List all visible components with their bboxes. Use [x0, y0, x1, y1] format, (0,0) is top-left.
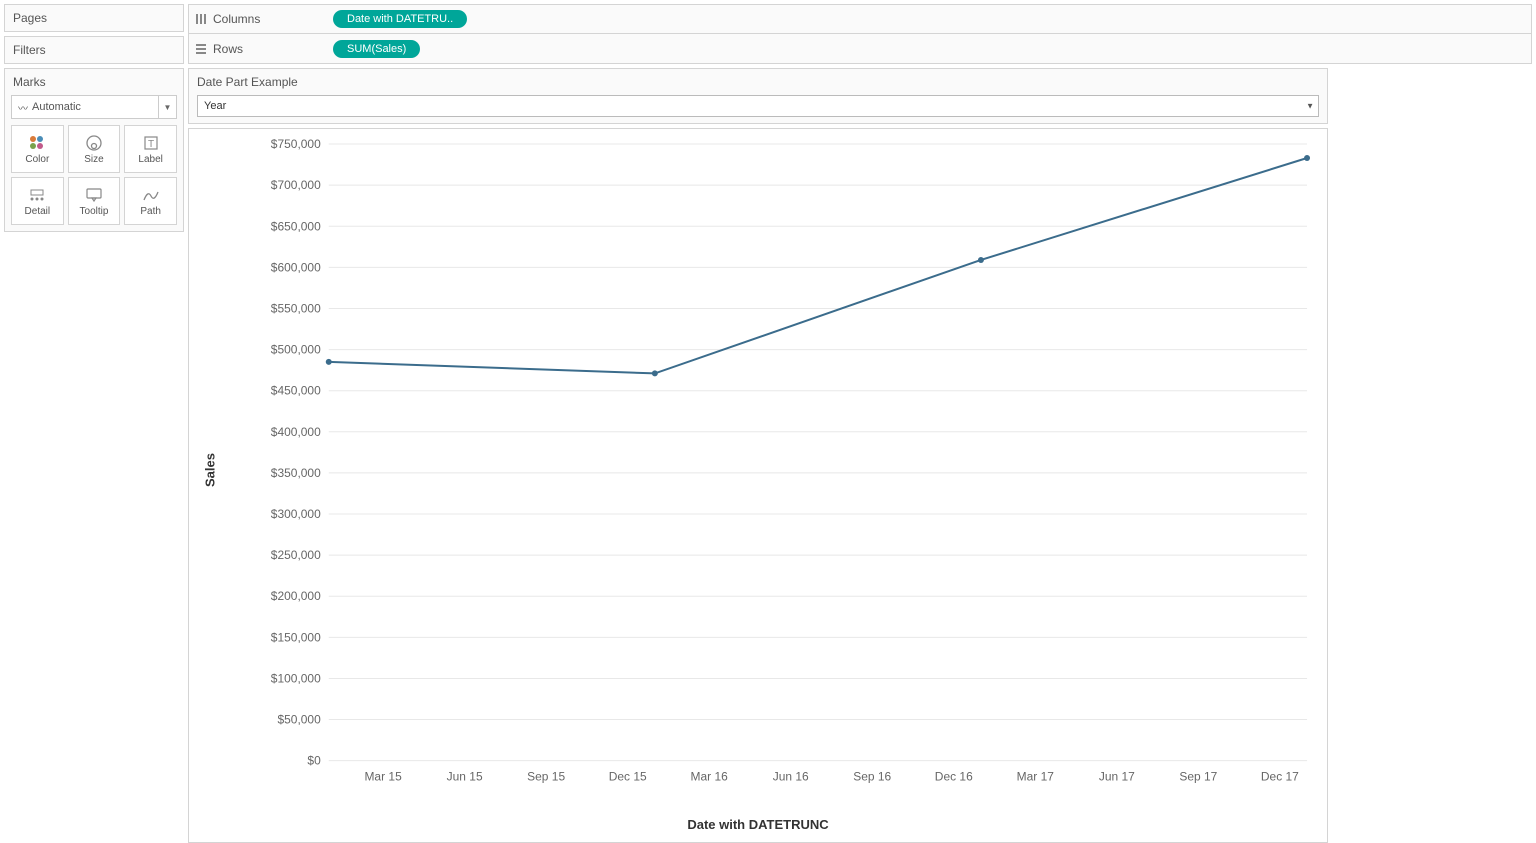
marks-type-dropdown[interactable]: Automatic ▼	[11, 95, 177, 119]
rows-pill[interactable]: SUM(Sales)	[333, 40, 420, 58]
x-tick-label: Mar 16	[691, 770, 729, 784]
x-tick-label: Dec 16	[935, 770, 973, 784]
data-point[interactable]	[326, 359, 332, 365]
rows-shelf[interactable]: Rows SUM(Sales)	[188, 34, 1532, 64]
x-tick-label: Mar 15	[364, 770, 402, 784]
rows-label: Rows	[213, 42, 243, 56]
detail-icon	[28, 186, 46, 204]
columns-label: Columns	[213, 12, 260, 26]
x-tick-label: Jun 15	[447, 770, 483, 784]
tooltip-icon	[85, 186, 103, 204]
data-point[interactable]	[652, 370, 658, 376]
marks-type-value: Automatic	[32, 101, 81, 113]
columns-pill[interactable]: Date with DATETRU..	[333, 10, 467, 28]
x-tick-label: Sep 15	[527, 770, 565, 784]
chevron-down-icon: ▼	[158, 96, 176, 118]
mark-path-button[interactable]: Path	[124, 177, 177, 225]
data-point[interactable]	[1304, 155, 1310, 161]
y-tick-label: $300,000	[271, 507, 321, 521]
y-axis-label: Sales	[202, 453, 217, 487]
mark-size-button[interactable]: Size	[68, 125, 121, 173]
y-tick-label: $550,000	[271, 301, 321, 315]
parameter-title: Date Part Example	[197, 75, 1319, 89]
y-tick-label: $350,000	[271, 466, 321, 480]
x-tick-label: Jun 16	[773, 770, 809, 784]
pages-shelf[interactable]: Pages	[4, 4, 184, 32]
x-tick-label: Mar 17	[1017, 770, 1055, 784]
x-tick-label: Sep 17	[1179, 770, 1217, 784]
x-tick-label: Sep 16	[853, 770, 891, 784]
x-tick-label: Jun 17	[1099, 770, 1135, 784]
marks-label: Marks	[11, 75, 177, 95]
line-chart: $0 $50,000 $100,000 $150,000 $200,000 $250,00…	[189, 129, 1327, 811]
size-icon	[85, 134, 103, 152]
mark-color-button[interactable]: Color	[11, 125, 64, 173]
svg-text:T: T	[148, 139, 154, 150]
pages-label: Pages	[13, 11, 47, 25]
y-tick-label: $500,000	[271, 343, 321, 357]
y-tick-label: $450,000	[271, 384, 321, 398]
parameter-value: Year	[204, 100, 226, 112]
parameter-dropdown[interactable]: Year ▼	[197, 95, 1319, 117]
columns-icon	[195, 13, 207, 25]
mark-tooltip-button[interactable]: Tooltip	[68, 177, 121, 225]
filters-label: Filters	[13, 43, 46, 57]
data-point[interactable]	[978, 257, 984, 263]
x-tick-label: Dec 15	[609, 770, 647, 784]
y-tick-label: $400,000	[271, 425, 321, 439]
y-tick-label: $50,000	[277, 713, 321, 727]
chevron-down-icon: ▼	[1306, 102, 1314, 111]
y-tick-label: $650,000	[271, 219, 321, 233]
x-tick-label: Dec 17	[1261, 770, 1299, 784]
path-icon	[142, 186, 160, 204]
mark-detail-button[interactable]: Detail	[11, 177, 64, 225]
filters-shelf[interactable]: Filters	[4, 36, 184, 64]
y-tick-label: $150,000	[271, 630, 321, 644]
y-tick-label: $100,000	[271, 671, 321, 685]
x-axis-label: Date with DATETRUNC	[189, 811, 1327, 842]
chart-view[interactable]: Sales $0$50,000$100,000$150,000$200,000$…	[188, 128, 1328, 843]
y-tick-label: $600,000	[271, 260, 321, 274]
columns-shelf[interactable]: Columns Date with DATETRU..	[188, 4, 1532, 34]
y-tick-label: $200,000	[271, 589, 321, 603]
marks-card: Marks Automatic ▼ Color Size T Label	[4, 68, 184, 232]
color-icon	[28, 134, 46, 152]
parameter-card: Date Part Example Year ▼	[188, 68, 1328, 124]
label-icon: T	[142, 134, 160, 152]
y-tick-label: $0	[307, 754, 321, 768]
mark-label-button[interactable]: T Label	[124, 125, 177, 173]
y-tick-label: $750,000	[271, 137, 321, 151]
rows-icon	[195, 43, 207, 55]
data-line	[329, 158, 1307, 373]
y-tick-label: $700,000	[271, 178, 321, 192]
y-tick-label: $250,000	[271, 548, 321, 562]
